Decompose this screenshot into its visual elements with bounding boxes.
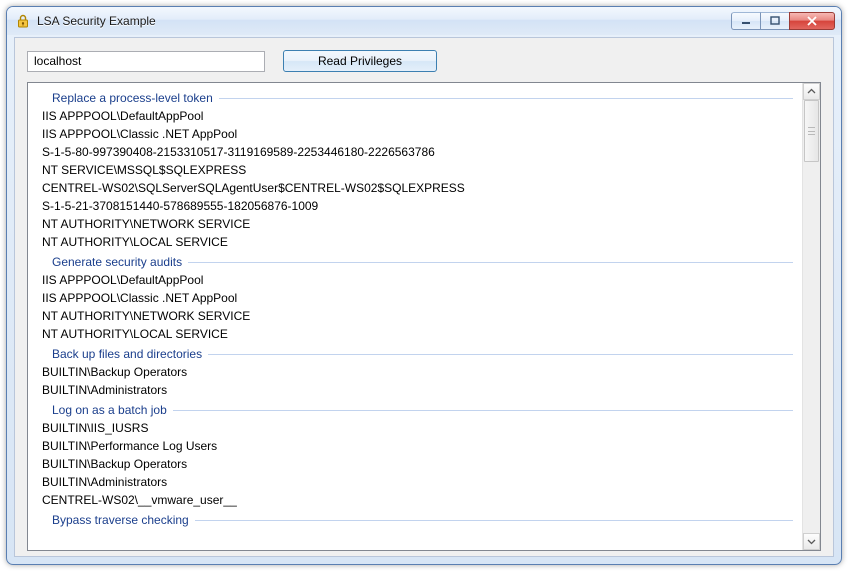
privilege-group-title: Back up files and directories: [52, 347, 202, 361]
privilege-group: Bypass traverse checking: [28, 511, 803, 529]
privilege-group: Log on as a batch jobBUILTIN\IIS_IUSRSBU…: [28, 401, 803, 509]
maximize-button[interactable]: [760, 12, 790, 30]
list-item[interactable]: S-1-5-80-997390408-2153310517-3119169589…: [38, 143, 793, 161]
group-header-rule: [173, 410, 793, 411]
list-item[interactable]: CENTREL-WS02\__vmware_user__: [38, 491, 793, 509]
list-item[interactable]: BUILTIN\Backup Operators: [38, 363, 793, 381]
close-button[interactable]: [789, 12, 835, 30]
privileges-content: Replace a process-level token IIS APPPOOL…: [28, 83, 803, 550]
minimize-button[interactable]: [731, 12, 761, 30]
privilege-group-header[interactable]: Replace a process-level token: [38, 89, 793, 107]
scroll-track[interactable]: [803, 100, 820, 533]
privilege-group-header[interactable]: Log on as a batch job: [38, 401, 793, 419]
read-privileges-button[interactable]: Read Privileges: [283, 50, 437, 72]
privilege-group-title: Generate security audits: [52, 255, 182, 269]
group-header-rule: [208, 354, 793, 355]
top-controls: Read Privileges: [27, 50, 821, 72]
close-icon: [806, 16, 818, 26]
privilege-group-header[interactable]: Back up files and directories: [38, 345, 793, 363]
window-buttons: [731, 12, 835, 30]
list-item[interactable]: CENTREL-WS02\SQLServerSQLAgentUser$CENTR…: [38, 179, 793, 197]
privilege-group-title: Replace a process-level token: [52, 91, 213, 105]
list-item[interactable]: NT AUTHORITY\NETWORK SERVICE: [38, 307, 793, 325]
chevron-up-icon: [807, 87, 816, 96]
group-header-rule: [195, 520, 793, 521]
scroll-down-button[interactable]: [803, 533, 820, 550]
privilege-group: Generate security audits IIS APPPOOL\Defa…: [28, 253, 803, 343]
host-input[interactable]: [27, 51, 265, 72]
list-item[interactable]: BUILTIN\IIS_IUSRS: [38, 419, 793, 437]
privilege-group-title: Log on as a batch job: [52, 403, 167, 417]
list-item[interactable]: BUILTIN\Administrators: [38, 473, 793, 491]
list-item[interactable]: BUILTIN\Administrators: [38, 381, 793, 399]
list-item[interactable]: NT AUTHORITY\NETWORK SERVICE: [38, 215, 793, 233]
lock-icon: [15, 13, 31, 29]
window-title: LSA Security Example: [37, 14, 731, 28]
list-item[interactable]: NT AUTHORITY\LOCAL SERVICE: [38, 233, 793, 251]
list-item[interactable]: IIS APPPOOL\Classic .NET AppPool: [38, 289, 793, 307]
group-header-rule: [219, 98, 793, 99]
list-item[interactable]: IIS APPPOOL\DefaultAppPool: [38, 107, 793, 125]
list-item[interactable]: IIS APPPOOL\Classic .NET AppPool: [38, 125, 793, 143]
vertical-scrollbar[interactable]: [802, 83, 820, 550]
scroll-thumb[interactable]: [804, 100, 819, 162]
scroll-up-button[interactable]: [803, 83, 820, 100]
list-item[interactable]: NT AUTHORITY\LOCAL SERVICE: [38, 325, 793, 343]
maximize-icon: [770, 16, 780, 26]
list-item[interactable]: S-1-5-21-3708151440-578689555-182056876-…: [38, 197, 793, 215]
chevron-down-icon: [807, 537, 816, 546]
group-header-rule: [188, 262, 793, 263]
titlebar[interactable]: LSA Security Example: [7, 7, 841, 35]
client-area: Read Privileges Replace a process-level …: [14, 37, 834, 557]
privilege-group: Replace a process-level token IIS APPPOOL…: [28, 89, 803, 251]
list-item[interactable]: BUILTIN\Backup Operators: [38, 455, 793, 473]
list-item[interactable]: IIS APPPOOL\DefaultAppPool: [38, 271, 793, 289]
list-item[interactable]: NT SERVICE\MSSQL$SQLEXPRESS: [38, 161, 793, 179]
minimize-icon: [741, 16, 751, 26]
privileges-listbox[interactable]: Replace a process-level token IIS APPPOOL…: [27, 82, 821, 551]
privilege-group-title: Bypass traverse checking: [52, 513, 189, 527]
privilege-group-header[interactable]: Generate security audits: [38, 253, 793, 271]
privilege-group-header[interactable]: Bypass traverse checking: [38, 511, 793, 529]
list-item[interactable]: BUILTIN\Performance Log Users: [38, 437, 793, 455]
privilege-group: Back up files and directories BUILTIN\Bac…: [28, 345, 803, 399]
app-window: LSA Security Example Read Privileges: [6, 6, 842, 565]
